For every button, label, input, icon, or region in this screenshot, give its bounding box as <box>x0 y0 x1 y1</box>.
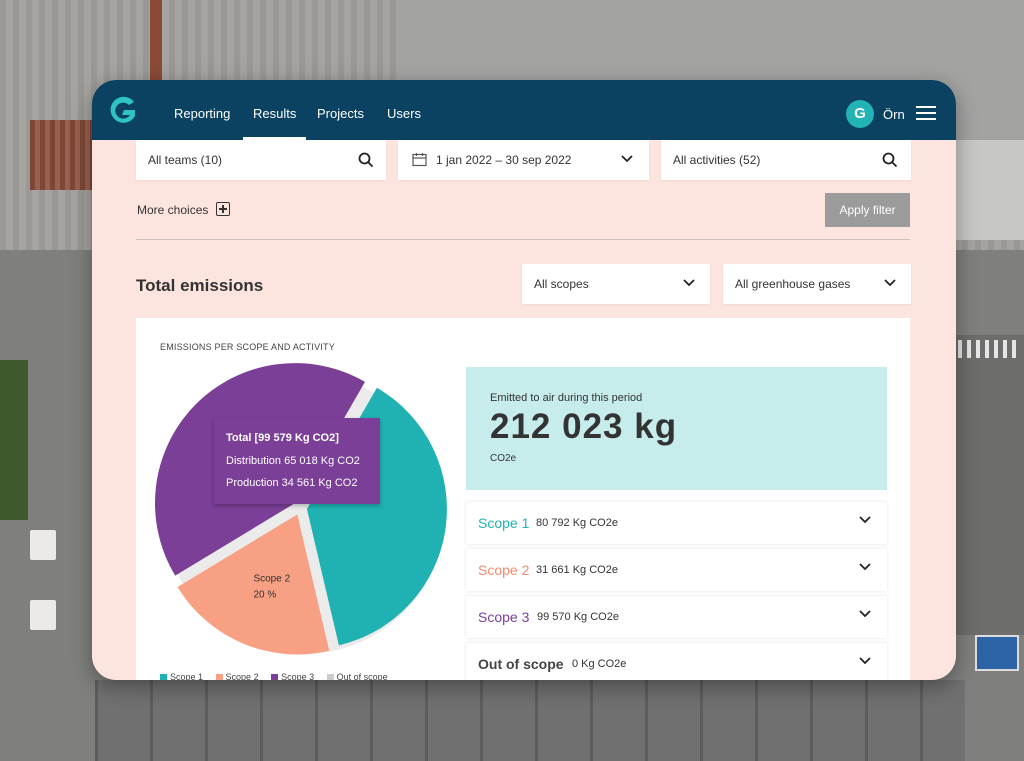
emissions-pie-chart[interactable]: Scope 220 %Scope 342 % <box>150 358 450 658</box>
scope-amount: 31 661 Kg CO2e <box>536 564 618 576</box>
nav-link-projects[interactable]: Projects <box>317 80 364 140</box>
scope-row-1[interactable]: Scope 1 80 792 Kg CO2e <box>466 502 887 544</box>
app-logo-icon <box>110 96 135 123</box>
chevron-down-icon[interactable] <box>859 657 871 665</box>
scope-row-2[interactable]: Scope 2 31 661 Kg CO2e <box>466 549 887 591</box>
background-rust-stripe <box>150 0 162 80</box>
background-building <box>956 140 1024 240</box>
emitted-label: Emitted to air during this period <box>490 392 643 404</box>
scope-row-out-of-scope[interactable]: Out of scope 0 Kg CO2e <box>466 643 887 680</box>
search-icon[interactable] <box>358 152 374 168</box>
emitted-unit: CO2e <box>490 453 517 464</box>
scope-amount: 99 570 Kg CO2e <box>537 611 619 623</box>
avatar[interactable]: G <box>846 100 874 128</box>
background-parking-sign <box>975 635 1019 671</box>
tooltip-total: Total [99 579 Kg CO2] <box>226 432 339 444</box>
legend-label: Scope 1 <box>170 672 204 680</box>
tooltip-line: Production 34 561 Kg CO2 <box>226 477 358 489</box>
scope-amount: 0 Kg CO2e <box>572 658 627 670</box>
divider <box>136 239 910 240</box>
chart-legend: Scope 1 Scope 2 Scope 3 Out of scope <box>160 672 398 680</box>
legend-item: Scope 1 <box>160 672 203 680</box>
legend-label: Scope 3 <box>281 672 315 680</box>
emitted-summary: Emitted to air during this period 212 02… <box>466 367 887 490</box>
legend-label: Scope 2 <box>225 672 259 680</box>
legend-label: Out of scope <box>336 672 388 680</box>
slice-percent-label: 20 % <box>253 589 276 600</box>
scopes-select[interactable]: All scopes <box>522 264 710 304</box>
hamburger-menu-icon[interactable] <box>916 106 936 120</box>
legend-swatch <box>326 674 334 680</box>
scope-name: Scope 3 <box>478 609 530 625</box>
legend-item: Scope 3 <box>271 672 314 680</box>
chevron-down-icon <box>621 155 633 163</box>
background-van <box>30 600 56 630</box>
username[interactable]: Örn <box>883 107 905 122</box>
more-choices-link[interactable]: More choices <box>137 203 208 217</box>
nav-link-results[interactable]: Results <box>242 80 307 140</box>
chevron-down-icon <box>683 279 695 287</box>
background-road-right <box>956 335 1024 635</box>
nav-link-users[interactable]: Users <box>387 80 421 140</box>
emitted-value: 212 023 kg <box>490 407 678 446</box>
date-range-select[interactable]: 1 jan 2022 – 30 sep 2022 <box>398 140 649 180</box>
gases-select-value: All greenhouse gases <box>735 277 851 291</box>
chevron-down-icon[interactable] <box>859 516 871 524</box>
legend-item: Scope 2 <box>215 672 259 680</box>
chevron-down-icon <box>884 279 896 287</box>
activities-filter[interactable]: All activities (52) <box>661 140 911 180</box>
legend-item: Out of scope <box>326 672 388 680</box>
teams-filter-value: All teams (10) <box>148 153 223 167</box>
date-range-value: 1 jan 2022 – 30 sep 2022 <box>436 153 572 167</box>
section-title: Total emissions <box>136 276 264 295</box>
tooltip-line: Distribution 65 018 Kg CO2 <box>226 455 360 467</box>
scope-row-3[interactable]: Scope 3 99 570 Kg CO2e <box>466 596 887 638</box>
teams-filter[interactable]: All teams (10) <box>136 140 386 180</box>
background-crosswalk <box>958 340 1018 358</box>
apply-filter-button[interactable]: Apply filter <box>825 193 910 227</box>
scope-name: Scope 2 <box>478 562 530 578</box>
background-parking-lot <box>95 680 965 761</box>
chevron-down-icon[interactable] <box>859 563 871 571</box>
top-navigation: Reporting Results Projects Users G Örn <box>92 80 956 140</box>
app-window: Reporting Results Projects Users G Örn A… <box>92 80 956 680</box>
chart-tooltip: Total [99 579 Kg CO2] Distribution 65 01… <box>214 418 380 504</box>
scope-name: Out of scope <box>478 656 564 672</box>
nav-link-reporting[interactable]: Reporting <box>174 80 230 140</box>
slice-label: Scope 2 <box>253 573 290 584</box>
search-icon[interactable] <box>882 152 898 168</box>
scope-name: Scope 1 <box>478 515 530 531</box>
greenhouse-gases-select[interactable]: All greenhouse gases <box>723 264 911 304</box>
activities-filter-value: All activities (52) <box>673 153 761 167</box>
emissions-card: EMISSIONS PER SCOPE AND ACTIVITY Scope 2… <box>136 318 910 680</box>
legend-swatch <box>271 674 279 680</box>
scopes-select-value: All scopes <box>534 277 589 291</box>
legend-swatch <box>160 674 167 680</box>
calendar-icon <box>412 153 427 167</box>
plus-box-icon[interactable] <box>216 202 230 216</box>
background-van <box>30 530 56 560</box>
chevron-down-icon[interactable] <box>859 610 871 618</box>
scope-amount: 80 792 Kg CO2e <box>536 517 618 529</box>
card-label: EMISSIONS PER SCOPE AND ACTIVITY <box>160 342 335 352</box>
legend-swatch <box>215 674 223 680</box>
background-trees <box>0 360 28 520</box>
